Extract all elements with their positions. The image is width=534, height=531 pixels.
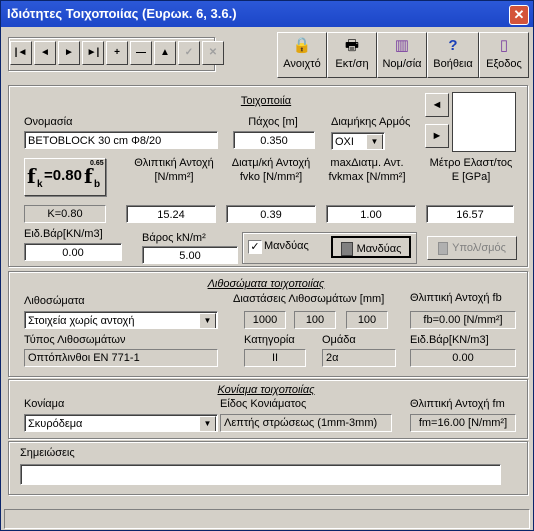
maxshear-unit: fvkmax [N/mm²] [328,171,406,183]
shear-field[interactable]: 0.39 [226,205,316,223]
compressive-unit: [N/mm²] [154,171,194,183]
mortar-kind-value: Λεπτής στρώσεως (1mm-3mm) [220,414,392,432]
title-bar: Ιδιότητες Τοιχοποιίας (Ευρωκ. 6, 3.6.) ✕ [1,1,533,27]
maxshear-label: maxΔιατμ. Αντ. [330,157,404,169]
jacket-button[interactable]: Μανδύας [331,236,411,258]
units-weight-label: Ειδ.Βάρ[KN/m3] [410,334,489,346]
units-type-label: Λιθοσώματα [24,295,85,307]
group-label: Ομάδα [322,334,356,346]
thickness-label: Πάχος [m] [248,116,298,128]
units-kind-label: Τύπος Λιθοσωμάτων [24,334,126,346]
calculator-icon [438,241,449,255]
fb-value: fb=0.00 [N/mm²] [410,311,516,329]
units-section-title: Λιθοσώματα τοιχοποιίας [207,278,325,290]
modulus-field[interactable]: 16.57 [426,205,514,223]
units-type-select[interactable]: Στοιχεία χωρίς αντοχή ▼ [24,311,218,329]
exit-door-icon: ▯ [499,37,509,54]
fb-label: Θλιπτική Αντοχή fb [410,292,502,304]
scroll-left-button[interactable]: ◄ [425,93,449,117]
mortar-section-title: Κονίαμα τοιχοποιίας [217,384,315,396]
formula-fb: f [84,164,93,188]
mortar-type-label: Κονίαμα [24,398,65,410]
notes-label: Σημειώσεις [20,447,75,459]
mortar-type-select[interactable]: Σκυρόδεμα ▼ [24,414,218,432]
notes-field[interactable] [20,464,501,485]
question-icon: ? [448,37,458,54]
calculate-button[interactable]: Υπολ/σμός [427,236,517,260]
first-record-button[interactable]: |◄ [10,41,32,65]
padlock-icon: 🔒 [292,37,312,54]
shear-unit: fvko [N/mm²] [239,171,303,183]
units-weight-value: 0.00 [410,349,516,367]
maxshear-field[interactable]: 1.00 [326,205,416,223]
compressive-field[interactable]: 15.24 [126,205,216,223]
name-label: Ονομασία [24,116,73,128]
add-record-button[interactable]: + [106,41,128,65]
fm-value: fm=16.00 [N/mm²] [410,414,516,432]
status-bar [4,509,530,529]
fm-label: Θλιπτική Αντοχή fm [410,398,505,410]
standards-button[interactable]: ▥ Νομ/σία [377,32,427,78]
modulus-unit: E [GPa] [451,171,491,183]
cancel-record-button[interactable]: ✕ [202,41,224,65]
masonry-properties-window: Ιδιότητες Τοιχοποιίας (Ευρωκ. 6, 3.6.) ✕… [0,0,534,531]
record-navigator: |◄ ◄ ► ►| + — ▲ ✓ ✕ [10,41,226,67]
modulus-label: Μέτρο Ελαστ/τος [429,157,513,169]
formula-coefficient: =0.80 [44,167,82,184]
dim-height: 100 [346,311,388,329]
k-value: K=0.80 [24,205,106,223]
print-button[interactable]: 🖶 Εκτ/ση [327,32,377,78]
printer-icon: 🖶 [344,37,360,54]
section-preview-image [452,92,516,152]
edit-record-button[interactable]: ▲ [154,41,176,65]
formula-sub-k: k [37,179,43,190]
dims-label: Διαστάσεις Λιθοσωμάτων [mm] [233,293,385,305]
mortar-kind-label: Είδος Κονιάματος [220,398,307,410]
shear-label: Διατμ/κή Αντοχή [231,157,311,169]
masonry-section-title: Τοιχοποιία [240,95,292,107]
next-record-button[interactable]: ► [58,41,80,65]
formula-exponent: 0.65 [90,160,104,167]
unit-weight-field[interactable]: 0.00 [24,243,122,261]
category-value: II [244,349,306,367]
open-button[interactable]: 🔒 Ανοιχτό [277,32,327,78]
jacket-checkbox-label: Μανδύας [264,240,309,252]
formula-f: f [27,164,36,188]
jacket-weight-label: Βάρος kN/m² [142,232,206,244]
thickness-field[interactable]: 0.350 [233,131,315,149]
joint-label: Διαμήκης Αρμός [331,116,411,128]
help-button[interactable]: ? Βοήθεια [427,32,479,78]
close-button[interactable]: ✕ [509,5,529,25]
joint-select[interactable]: ΟΧΙ ▼ [331,132,385,150]
group-value: 2α [322,349,396,367]
jacket-weight-field[interactable]: 5.00 [142,246,238,264]
units-kind-value: Οπτόπλινθοι ΕΝ 771-1 [24,349,218,367]
dim-length: 1000 [244,311,286,329]
prev-record-button[interactable]: ◄ [34,41,56,65]
formula-box: f k =0.80 f b 0.65 [24,158,106,196]
delete-record-button[interactable]: — [130,41,152,65]
unit-weight-label: Ειδ.Βάρ[KN/m3] [24,228,103,240]
jacket-checkbox[interactable]: ✓ [248,240,262,254]
exit-button[interactable]: ▯ Εξοδος [479,32,529,78]
last-record-button[interactable]: ►| [82,41,104,65]
window-title: Ιδιότητες Τοιχοποιίας (Ευρωκ. 6, 3.6.) [7,6,237,21]
calculator-icon [340,242,353,257]
dim-width: 100 [294,311,336,329]
scroll-right-button[interactable]: ► [425,124,449,148]
name-field[interactable]: BETOBLOCK 30 cm Φ8/20 [24,131,218,149]
compressive-label: Θλιπτική Αντοχή [134,157,214,169]
chevron-down-icon[interactable]: ▼ [199,416,216,431]
chevron-down-icon[interactable]: ▼ [366,134,383,149]
chevron-down-icon[interactable]: ▼ [199,313,216,328]
post-record-button[interactable]: ✓ [178,41,200,65]
books-icon: ▥ [394,37,410,54]
formula-sub-b: b [94,179,101,190]
category-label: Κατηγορία [244,334,295,346]
